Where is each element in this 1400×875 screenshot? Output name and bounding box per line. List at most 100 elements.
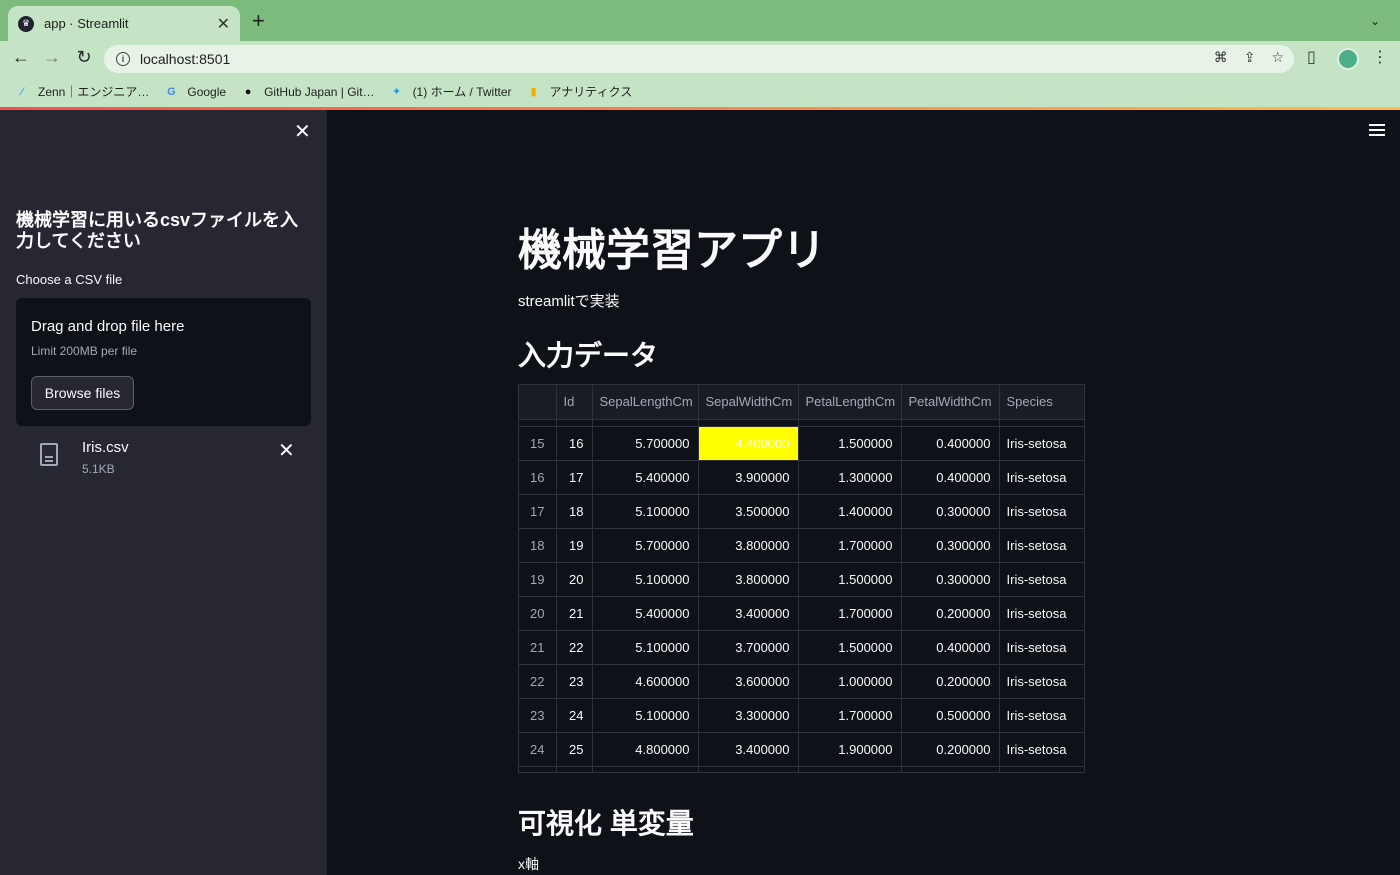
table-cell[interactable]: 5.100000 bbox=[592, 698, 699, 733]
table-cell[interactable]: Iris-setosa bbox=[999, 528, 1084, 563]
table-cell[interactable]: 5.100000 bbox=[592, 494, 699, 529]
table-cell[interactable]: 4.600000 bbox=[592, 664, 699, 699]
dataframe[interactable]: Id SepalLengthCm SepalWidthCm PetalLengt… bbox=[518, 384, 1085, 773]
table-cell[interactable]: 25 bbox=[556, 732, 593, 767]
reload-icon[interactable]: ↻ bbox=[72, 47, 96, 68]
table-cell[interactable]: 5.100000 bbox=[592, 630, 699, 665]
tab-close-icon[interactable]: ✕ bbox=[217, 14, 230, 34]
table-cell[interactable]: 0.200000 bbox=[901, 664, 1000, 699]
address-bar[interactable]: i localhost:8501 ⌘ ⇪ ☆ bbox=[104, 45, 1294, 73]
table-cell[interactable]: 5.400000 bbox=[592, 596, 699, 631]
table-cell[interactable]: 1.500000 bbox=[798, 562, 902, 597]
column-header-id[interactable]: Id bbox=[556, 385, 593, 420]
remove-file-icon[interactable]: ✕ bbox=[278, 438, 295, 463]
table-cell[interactable]: 3.500000 bbox=[698, 494, 799, 529]
side-panel-icon[interactable]: ▯ bbox=[1307, 47, 1316, 67]
table-cell[interactable]: 1.700000 bbox=[798, 528, 902, 563]
table-cell[interactable]: 1.700000 bbox=[798, 698, 902, 733]
table-cell[interactable]: 22 bbox=[556, 630, 593, 665]
table-cell[interactable]: 3.300000 bbox=[698, 698, 799, 733]
bookmark-google[interactable]: G Google bbox=[163, 84, 226, 100]
table-cell[interactable]: 4.800000 bbox=[592, 732, 699, 767]
table-cell[interactable]: 18 bbox=[556, 494, 593, 529]
table-cell[interactable]: 0.200000 bbox=[901, 596, 1000, 631]
table-cell[interactable]: 0.300000 bbox=[901, 494, 1000, 529]
main-menu-icon[interactable] bbox=[1369, 124, 1385, 136]
row-index-cell[interactable]: 24 bbox=[519, 732, 557, 767]
table-cell[interactable]: 3.400000 bbox=[698, 732, 799, 767]
table-cell[interactable]: 1.700000 bbox=[798, 596, 902, 631]
table-cell[interactable]: 1.500000 bbox=[798, 630, 902, 665]
sidebar-close-icon[interactable]: ✕ bbox=[294, 122, 311, 142]
table-cell[interactable]: 5.400000 bbox=[592, 460, 699, 495]
table-cell[interactable]: Iris-setosa bbox=[999, 426, 1084, 461]
bookmark-twitter[interactable]: ✦ (1) ホーム / Twitter bbox=[389, 83, 512, 100]
chrome-menu-icon[interactable]: ⋮ bbox=[1372, 47, 1388, 67]
table-cell[interactable]: 0.400000 bbox=[901, 460, 1000, 495]
table-cell[interactable]: 0.500000 bbox=[901, 698, 1000, 733]
forward-arrow-icon[interactable]: → bbox=[40, 47, 64, 68]
bookmark-analytics[interactable]: ▮ アナリティクス bbox=[526, 83, 633, 100]
table-cell[interactable]: 21 bbox=[556, 596, 593, 631]
site-info-icon[interactable]: i bbox=[116, 52, 130, 66]
row-index-cell[interactable]: 16 bbox=[519, 460, 557, 495]
table-cell[interactable]: 0.400000 bbox=[901, 426, 1000, 461]
file-dropzone[interactable]: Drag and drop file here Limit 200MB per … bbox=[16, 298, 311, 426]
table-cell[interactable]: Iris-setosa bbox=[999, 596, 1084, 631]
table-cell[interactable]: 24 bbox=[556, 698, 593, 733]
column-header-petal-length[interactable]: PetalLengthCm bbox=[798, 385, 902, 420]
bookmark-zenn[interactable]: ⁄ Zenn｜エンジニア… bbox=[14, 83, 149, 100]
row-index-cell[interactable]: 18 bbox=[519, 528, 557, 563]
tab-search-chevron-icon[interactable]: ⌄ bbox=[1370, 14, 1380, 28]
row-index-cell[interactable]: 23 bbox=[519, 698, 557, 733]
profile-avatar[interactable] bbox=[1337, 48, 1359, 70]
share-icon[interactable]: ⇪ bbox=[1244, 49, 1256, 66]
row-index-cell[interactable]: 20 bbox=[519, 596, 557, 631]
table-cell[interactable]: 1.500000 bbox=[798, 426, 902, 461]
row-index-cell[interactable]: 17 bbox=[519, 494, 557, 529]
table-cell[interactable]: 0.300000 bbox=[901, 528, 1000, 563]
table-cell[interactable]: 1.400000 bbox=[798, 494, 902, 529]
new-tab-button[interactable]: + bbox=[252, 10, 265, 32]
table-cell[interactable]: Iris-setosa bbox=[999, 664, 1084, 699]
table-cell[interactable]: 1.000000 bbox=[798, 664, 902, 699]
column-header-species[interactable]: Species bbox=[999, 385, 1084, 420]
table-cell[interactable]: Iris-setosa bbox=[999, 562, 1084, 597]
table-cell[interactable]: 0.200000 bbox=[901, 732, 1000, 767]
table-cell[interactable]: 4.400000 bbox=[698, 426, 799, 461]
table-cell[interactable]: 3.600000 bbox=[698, 664, 799, 699]
bookmark-github[interactable]: ● GitHub Japan | Git… bbox=[240, 84, 375, 100]
table-cell[interactable]: 16 bbox=[556, 426, 593, 461]
table-cell[interactable]: 3.700000 bbox=[698, 630, 799, 665]
bookmark-star-icon[interactable]: ☆ bbox=[1271, 49, 1284, 66]
column-header-petal-width[interactable]: PetalWidthCm bbox=[901, 385, 1000, 420]
table-cell[interactable]: Iris-setosa bbox=[999, 732, 1084, 767]
table-cell[interactable]: 23 bbox=[556, 664, 593, 699]
table-cell[interactable]: 5.700000 bbox=[592, 426, 699, 461]
table-cell[interactable]: 1.900000 bbox=[798, 732, 902, 767]
row-index-cell[interactable]: 19 bbox=[519, 562, 557, 597]
column-header-sepal-length[interactable]: SepalLengthCm bbox=[592, 385, 699, 420]
browser-tab[interactable]: ♛ app · Streamlit ✕ bbox=[8, 6, 240, 41]
translate-icon[interactable]: ⌘ bbox=[1214, 49, 1228, 66]
table-cell[interactable]: 3.800000 bbox=[698, 528, 799, 563]
table-cell[interactable]: 19 bbox=[556, 528, 593, 563]
table-cell[interactable]: 5.700000 bbox=[592, 528, 699, 563]
back-arrow-icon[interactable]: ← bbox=[9, 47, 33, 68]
row-index-cell[interactable]: 15 bbox=[519, 426, 557, 461]
table-cell[interactable]: 0.400000 bbox=[901, 630, 1000, 665]
table-cell[interactable]: 5.100000 bbox=[592, 562, 699, 597]
table-cell[interactable]: 20 bbox=[556, 562, 593, 597]
table-cell[interactable]: 3.800000 bbox=[698, 562, 799, 597]
table-cell[interactable]: 3.900000 bbox=[698, 460, 799, 495]
table-cell[interactable]: 17 bbox=[556, 460, 593, 495]
column-header-index[interactable] bbox=[519, 385, 557, 420]
row-index-cell[interactable]: 21 bbox=[519, 630, 557, 665]
url-text[interactable]: localhost:8501 bbox=[140, 51, 230, 67]
table-cell[interactable]: Iris-setosa bbox=[999, 698, 1084, 733]
table-cell[interactable]: Iris-setosa bbox=[999, 494, 1084, 529]
table-cell[interactable]: Iris-setosa bbox=[999, 630, 1084, 665]
table-cell[interactable]: 0.300000 bbox=[901, 562, 1000, 597]
row-index-cell[interactable]: 22 bbox=[519, 664, 557, 699]
column-header-sepal-width[interactable]: SepalWidthCm bbox=[698, 385, 799, 420]
